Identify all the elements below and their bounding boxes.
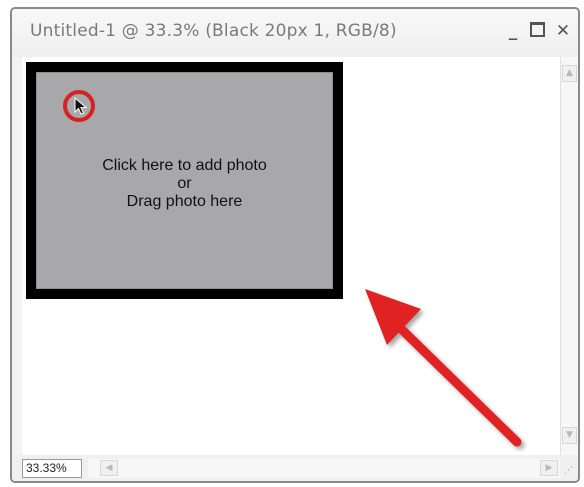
placeholder-line-click: Click here to add photo — [102, 157, 267, 174]
red-arrow-icon — [365, 289, 522, 447]
status-bar: 33.33% ◀ ▶ ⋰ — [12, 455, 578, 481]
scroll-right-button[interactable]: ▶ — [540, 460, 558, 476]
vertical-scrollbar[interactable]: ▲ ▼ — [560, 57, 578, 455]
resize-grip-icon[interactable]: ⋰ — [564, 465, 576, 477]
close-button[interactable]: ✕ — [552, 19, 574, 43]
document-window: Untitled-1 @ 33.3% (Black 20px 1, RGB/8)… — [10, 7, 580, 483]
scroll-down-button[interactable]: ▼ — [562, 427, 577, 444]
title-bar[interactable]: Untitled-1 @ 33.3% (Black 20px 1, RGB/8)… — [12, 9, 578, 57]
maximize-icon — [529, 22, 545, 37]
document-canvas[interactable]: Click here to add photo or Drag photo he… — [22, 57, 560, 455]
mouse-pointer-icon — [74, 97, 88, 115]
maximize-button[interactable] — [526, 19, 548, 43]
scroll-up-button[interactable]: ▲ — [562, 65, 577, 82]
zoom-level-field[interactable]: 33.33% — [22, 459, 82, 478]
placeholder-text: Click here to add photo or Drag photo he… — [37, 157, 332, 211]
horizontal-scrollbar[interactable]: ◀ ▶ — [88, 459, 560, 478]
window-title: Untitled-1 @ 33.3% (Black 20px 1, RGB/8) — [30, 21, 397, 41]
scroll-left-button[interactable]: ◀ — [100, 460, 118, 476]
minimize-button[interactable]: _ — [502, 19, 524, 43]
placeholder-line-drag: Drag photo here — [126, 193, 243, 210]
placeholder-line-or: or — [177, 175, 192, 192]
